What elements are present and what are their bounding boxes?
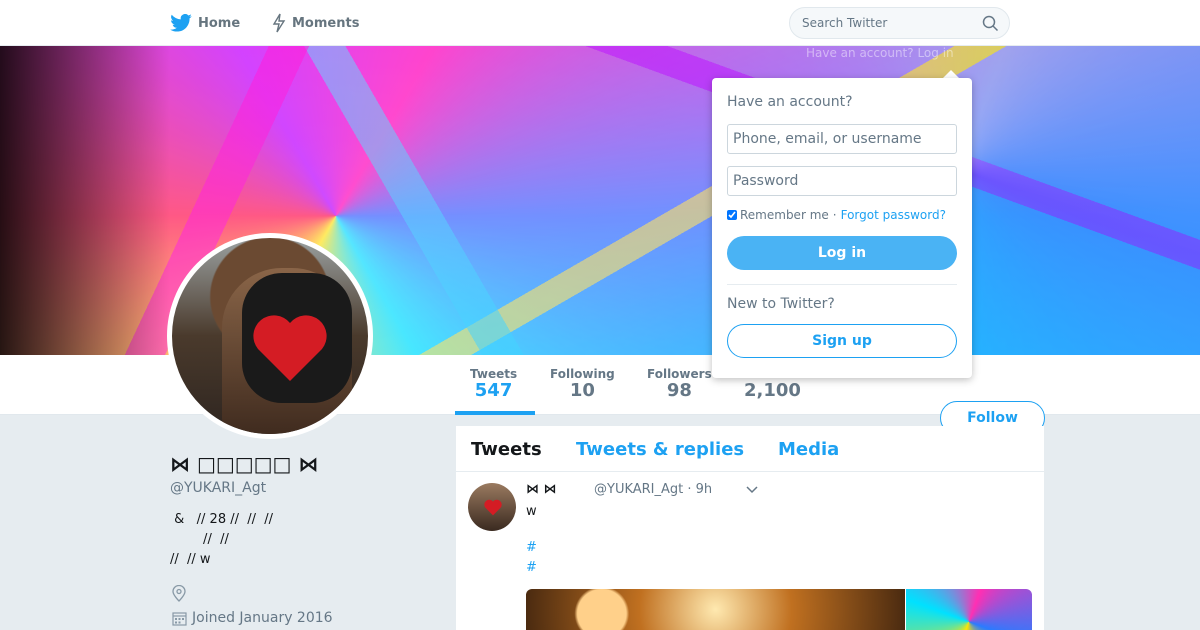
heart-icon (484, 499, 502, 516)
lightning-icon (272, 13, 286, 33)
top-nav-bar: Home Moments (0, 0, 1200, 46)
location-pin-icon (172, 585, 186, 602)
stat-value: 98 (666, 380, 692, 401)
timeline-tabs: Tweets Tweets & replies Media (456, 426, 1044, 472)
tweet-author-name[interactable]: ⋈ ⋈ (526, 482, 557, 497)
separator: · (832, 208, 837, 222)
login-button[interactable]: Log in (727, 236, 957, 270)
heart-icon (253, 315, 327, 381)
tweet-image[interactable] (906, 589, 1032, 630)
remember-label[interactable]: Remember me (740, 208, 829, 222)
bio-line: // // w (170, 552, 211, 567)
banner-shadow (0, 46, 170, 355)
stat-label: Tweets (470, 367, 518, 381)
nav-home[interactable]: Home (170, 0, 240, 46)
signup-button[interactable]: Sign up (727, 324, 957, 358)
avatar[interactable] (167, 233, 373, 439)
profile-name: ⋈ □□□□□ ⋈ (170, 452, 319, 476)
joined-date: Joined January 2016 (172, 610, 333, 626)
search-input[interactable] (802, 16, 972, 30)
tab-media[interactable]: Media (778, 439, 839, 460)
stat-label: Following (550, 367, 615, 381)
active-stat-underline (455, 411, 535, 415)
tweet-meta[interactable]: @YUKARI_Agt · 9h (594, 482, 712, 497)
nav-moments-label: Moments (292, 15, 360, 31)
search-box (789, 7, 1010, 39)
joined-label: Joined January 2016 (192, 610, 333, 626)
profile-bio: & // 28 // // // // // // // w (170, 510, 273, 570)
stat-label: Followers (647, 367, 712, 381)
bio-line: & // 28 // // // (170, 512, 274, 527)
stat-value: 2,100 (744, 380, 801, 401)
stat-followers[interactable]: Followers 98 (647, 367, 712, 401)
search-icon[interactable] (982, 15, 999, 32)
forgot-password-link[interactable]: Forgot password? (841, 208, 946, 222)
nav-home-label: Home (198, 15, 241, 31)
stat-value: 547 (474, 380, 513, 401)
chevron-down-icon[interactable] (746, 486, 758, 494)
stat-tweets[interactable]: Tweets 547 (470, 367, 517, 401)
nav-moments[interactable]: Moments (272, 0, 359, 46)
profile-handle[interactable]: @YUKARI_Agt (170, 480, 266, 496)
new-to-twitter-label: New to Twitter? (727, 296, 835, 312)
stat-value: 10 (569, 380, 595, 401)
bio-line: // // (170, 532, 229, 547)
banner-ghost-text: Have an account? Log in (806, 46, 954, 60)
stat-following[interactable]: Following 10 (550, 367, 615, 401)
tweet-avatar[interactable] (468, 483, 516, 531)
remember-checkbox[interactable] (727, 210, 737, 220)
login-dropdown-caret (943, 70, 959, 78)
tweet-hashtag[interactable]: # (526, 560, 537, 575)
divider (727, 284, 957, 285)
remember-row: Remember me · Forgot password? (727, 208, 946, 222)
tab-tweets-replies[interactable]: Tweets & replies (576, 439, 744, 460)
timeline: Tweets Tweets & replies Media ⋈ ⋈ @YUKAR… (456, 426, 1044, 630)
twitter-bird-icon (170, 14, 192, 32)
password-field[interactable] (727, 166, 957, 196)
tweet-hashtag[interactable]: # (526, 540, 537, 555)
tweet-image[interactable] (526, 589, 905, 630)
username-field[interactable] (727, 124, 957, 154)
tab-tweets[interactable]: Tweets (471, 439, 542, 460)
login-heading: Have an account? (727, 94, 853, 110)
login-dropdown: Have an account? Remember me · Forgot pa… (712, 78, 972, 378)
calendar-icon (172, 611, 187, 626)
tweet-text: w (526, 504, 537, 519)
